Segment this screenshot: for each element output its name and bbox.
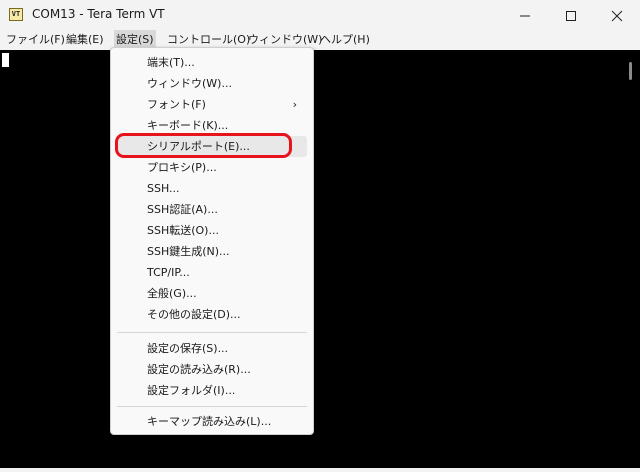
menu-file[interactable]: ファイル(F) — [4, 30, 67, 50]
tera-term-app-icon[interactable]: VT — [9, 8, 23, 21]
menu-bar: ファイル(F) 編集(E) 設定(S) コントロール(O) ウィンドウ(W) ヘ… — [0, 30, 640, 50]
menu-item-setup-folder[interactable]: 設定フォルダ(I)... — [117, 380, 307, 401]
menu-item-label: SSH認証(A)... — [147, 203, 218, 216]
menu-item-label: 設定フォルダ(I)... — [147, 384, 236, 397]
menu-item-general[interactable]: 全般(G)... — [117, 283, 307, 304]
menu-item-label: ウィンドウ(W)... — [147, 77, 232, 90]
terminal-area[interactable] — [0, 50, 640, 468]
menu-item-proxy[interactable]: プロキシ(P)... — [117, 157, 307, 178]
menu-item-label: 設定の読み込み(R)... — [147, 363, 251, 376]
menu-item-label: 端末(T)... — [147, 56, 195, 69]
window-bottom-edge — [0, 468, 640, 472]
vertical-scrollbar[interactable] — [629, 62, 632, 80]
menu-item-ssh[interactable]: SSH... — [117, 178, 307, 199]
maximize-icon — [566, 11, 576, 21]
settings-dropdown-menu: 端末(T)... ウィンドウ(W)... フォント(F) › キーボード(K)..… — [110, 47, 314, 435]
annotation-highlight-ring — [115, 133, 292, 158]
menu-item-additional-settings[interactable]: その他の設定(D)... — [117, 304, 307, 325]
submenu-arrow-icon: › — [292, 98, 297, 111]
menu-item-label: 全般(G)... — [147, 287, 197, 300]
menu-item-label: SSH転送(O)... — [147, 224, 219, 237]
menu-item-ssh-keygen[interactable]: SSH鍵生成(N)... — [117, 241, 307, 262]
menu-help[interactable]: ヘルプ(H) — [318, 30, 372, 50]
menu-item-terminal[interactable]: 端末(T)... — [117, 52, 307, 73]
menu-item-label: キーボード(K)... — [147, 119, 229, 132]
menu-item-font[interactable]: フォント(F) › — [117, 94, 307, 115]
close-button[interactable] — [594, 0, 640, 30]
menu-item-restore-setup[interactable]: 設定の読み込み(R)... — [117, 359, 307, 380]
menu-separator — [117, 332, 307, 333]
menu-item-window[interactable]: ウィンドウ(W)... — [117, 73, 307, 94]
title-bar[interactable]: VT COM13 - Tera Term VT — [0, 0, 640, 30]
menu-item-label: その他の設定(D)... — [147, 308, 241, 321]
menu-separator — [117, 406, 307, 407]
menu-item-tcpip[interactable]: TCP/IP... — [117, 262, 307, 283]
window-title: COM13 - Tera Term VT — [32, 7, 165, 21]
menu-item-label: TCP/IP... — [147, 266, 190, 279]
menu-item-label: 設定の保存(S)... — [147, 342, 229, 355]
close-icon — [611, 10, 623, 22]
menu-item-label: キーマップ読み込み(L)... — [147, 415, 272, 428]
menu-edit[interactable]: 編集(E) — [64, 30, 106, 50]
menu-item-label: SSH鍵生成(N)... — [147, 245, 230, 258]
menu-item-ssh-forward[interactable]: SSH転送(O)... — [117, 220, 307, 241]
maximize-button[interactable] — [548, 0, 594, 30]
menu-item-label: フォント(F) — [147, 98, 206, 111]
menu-item-save-setup[interactable]: 設定の保存(S)... — [117, 338, 307, 359]
menu-item-load-keymap[interactable]: キーマップ読み込み(L)... — [117, 411, 307, 432]
minimize-icon — [520, 15, 530, 17]
menu-item-label: プロキシ(P)... — [147, 161, 217, 174]
menu-item-label: SSH... — [147, 182, 180, 195]
menu-item-ssh-auth[interactable]: SSH認証(A)... — [117, 199, 307, 220]
terminal-cursor — [2, 53, 9, 67]
minimize-button[interactable] — [502, 0, 548, 30]
